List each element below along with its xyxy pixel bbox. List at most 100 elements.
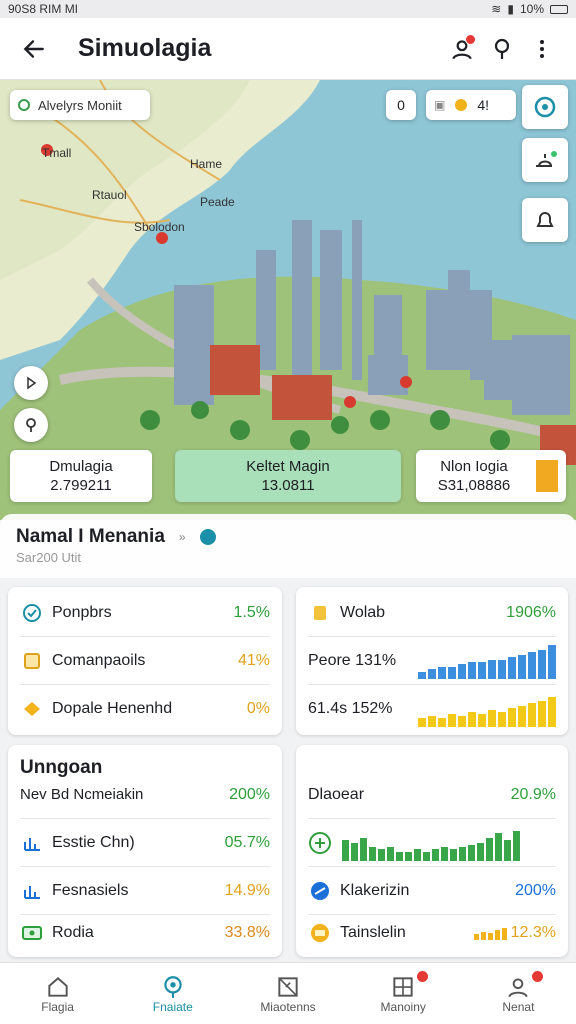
nav-label: Nenat [502,999,535,1014]
nav-label: Flagia [41,999,74,1014]
refresh-icon [534,96,556,118]
map-search-label: Alvelyrs Moniit [38,97,122,113]
bar [508,656,516,679]
sheet-title: Namal I Menania [16,526,165,547]
map-layers-button[interactable] [522,85,568,129]
bell-icon [536,212,554,227]
stat-card-simulation[interactable]: Dmulagia 2.799211 [10,450,152,502]
map-label: Hame [190,157,223,171]
list-item[interactable]: Rodia 33.8% [20,909,270,957]
nav-label: Miaotenns [260,999,316,1014]
bar [468,661,476,679]
status-icons: ≋ ▮ 10% [491,2,568,16]
play-button[interactable] [14,366,48,400]
bar [418,718,426,727]
map-icon [278,976,298,997]
row-label: Klakerizin [340,881,410,899]
bar [528,703,536,727]
bar [478,661,486,679]
row-label: Fesnasiels [52,881,129,899]
bottom-sheet-header[interactable]: Namal I Menania » Sar200 Utit [0,514,576,578]
weather-button[interactable] [522,138,568,182]
app-bar: Simuolagia [0,18,576,80]
page-title: Simuolagia [78,34,212,62]
list-item[interactable]: Ponpbrs 1.5% [20,589,270,637]
row-value: 1.5% [233,603,270,621]
trend-card: Dlaoear 20.9% Klakerizin 200% Tainslelin… [296,745,568,957]
stat-card-region[interactable]: Nlon Iogia S31,08886 [416,450,566,502]
locate-button[interactable] [14,408,48,442]
list-item[interactable]: Nev Bd Ncmeiakin 200% [20,771,270,819]
row-value: 41% [237,651,270,669]
community-button[interactable] [442,29,482,69]
alert-button[interactable] [522,198,568,242]
nav-item-map[interactable]: Miaotenns [230,963,345,1024]
status-bar: 90S8 RIM MI ≋ ▮ 10% [0,0,576,18]
list-item[interactable]: Comanpaoils 41% [20,637,270,685]
row-label: Nev Bd Ncmeiakin [20,786,144,803]
bar [418,671,426,679]
row-value: 14.9% [224,881,270,899]
battery-icon [550,4,568,14]
bar [396,851,403,861]
list-item[interactable]: Tainslelin 12.3% [308,909,556,957]
list-item[interactable]: Fesnasiels 14.9% [20,867,270,915]
money-icon [308,921,332,945]
bar-sparkline [404,691,556,727]
stat-card-market[interactable]: Keltet Magin 13.0811 [175,450,401,502]
list-item[interactable]: 61.4s 152% [308,685,556,733]
bar [477,842,484,861]
bar [498,659,506,679]
location-icon [164,975,182,998]
bar [548,697,556,727]
bar [508,708,516,727]
nav-item-home[interactable]: Flagia [0,963,115,1024]
bar [428,668,436,679]
list-item[interactable]: Esstie Chn) 05.7% [20,819,270,867]
bar [351,842,358,861]
row-value: 1906% [506,603,556,621]
row-label: 61.4s 152% [308,700,393,717]
money-icon [20,921,44,945]
map-search-chip[interactable]: Alvelyrs Moniit [10,90,150,120]
stat-card-value: 13.0811 [261,477,315,494]
row-value: 05.7% [224,833,270,851]
list-item[interactable]: Klakerizin 200% [308,867,556,915]
map-label: Sbolodon [134,220,185,234]
growth-card: Wolab 1906% Peore 131% 61.4s 152% [296,587,568,735]
play-icon [27,376,37,390]
back-button[interactable] [14,29,54,69]
stat-card-title: Keltet Magin [246,457,330,475]
row-value: 0% [246,700,270,717]
bar [498,712,506,727]
bar [448,714,456,727]
row-label: Rodia [52,924,94,941]
coins-chip[interactable]: ▣ 4! [426,90,516,120]
stat-card-title: Dmulagia [49,457,113,475]
list-item[interactable] [308,819,556,867]
row-label: Esstie Chn) [52,833,135,851]
bar [459,846,466,861]
nav-item-profile[interactable]: Nenat [461,963,576,1024]
info-icon[interactable] [199,529,216,545]
list-item[interactable]: Wolab 1906% [308,589,556,637]
list-item[interactable]: Dlaoear 20.9% [308,771,556,819]
stat-card-value: S31,08886 [437,477,511,494]
gear-icon [308,879,332,903]
coin-icon [20,697,44,721]
cloud-icon [536,151,557,167]
list-item[interactable]: Peore 131% [308,637,556,685]
more-menu-button[interactable] [522,29,562,69]
region-color-swatch [536,460,558,492]
bar [548,644,556,679]
bar [518,706,526,727]
row-label: Dopale Henenhd [52,700,173,717]
location-pin-button[interactable] [482,29,522,69]
coin-icon [455,99,468,111]
bar [528,651,536,679]
list-item[interactable]: Dopale Henenhd 0% [20,685,270,733]
map-zoom-chip[interactable]: 0 [386,90,416,120]
bar [448,666,456,679]
nav-item-grid[interactable]: Manoiny [346,963,461,1024]
nav-item-location[interactable]: Fnaiate [115,963,230,1024]
